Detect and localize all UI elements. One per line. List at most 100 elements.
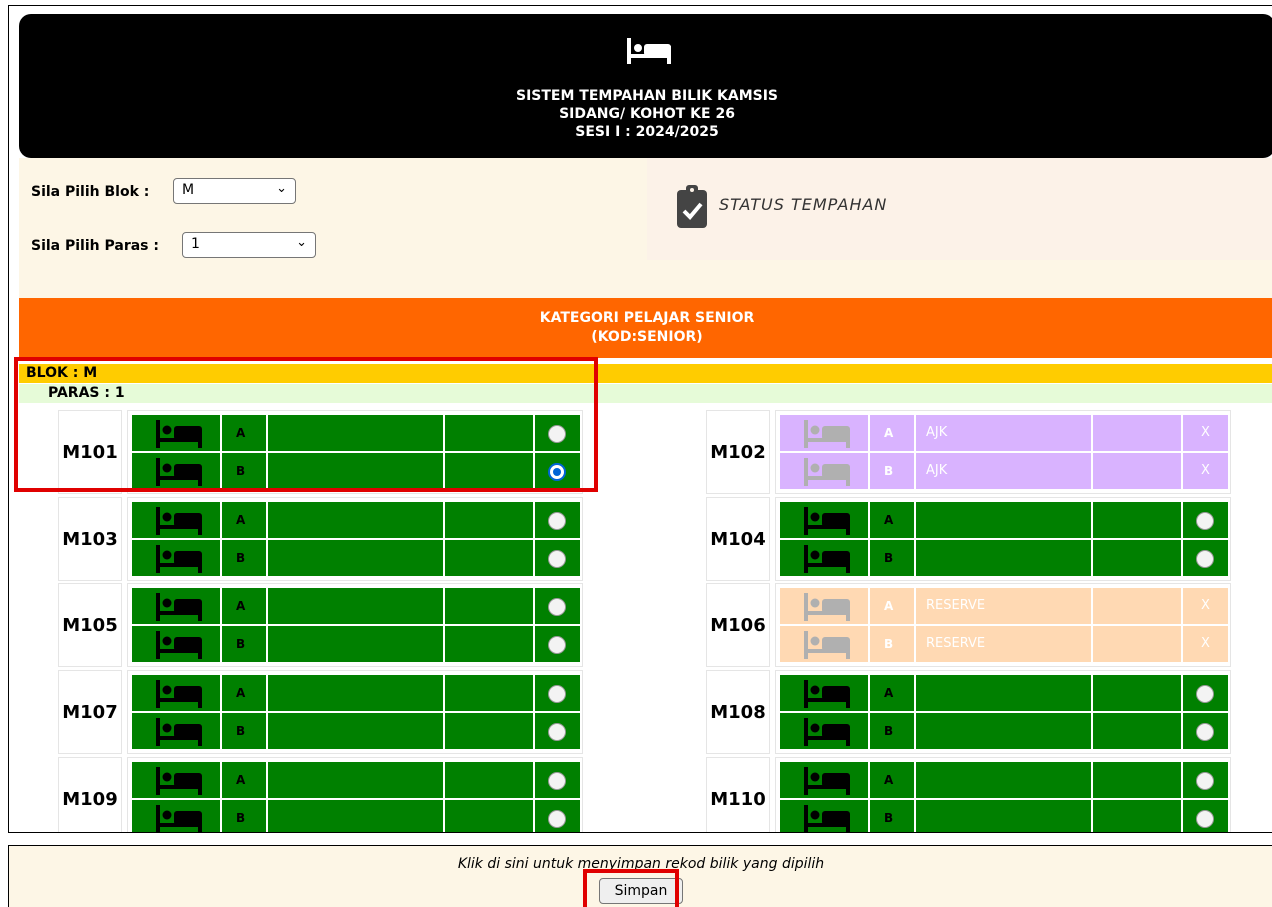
bed-radio[interactable] bbox=[1196, 550, 1214, 568]
bed-cell bbox=[132, 453, 220, 489]
room-beds: AB bbox=[775, 670, 1231, 754]
bed-row: A bbox=[780, 502, 1228, 538]
bed-cell bbox=[780, 626, 868, 662]
bed-radio[interactable] bbox=[548, 598, 566, 616]
bed-radio[interactable] bbox=[1196, 685, 1214, 703]
kategori-title: KATEGORI PELAJAR SENIOR bbox=[539, 310, 755, 326]
bed-radio[interactable] bbox=[548, 636, 566, 654]
bed-radio[interactable] bbox=[1196, 810, 1214, 828]
bed-radio[interactable] bbox=[548, 772, 566, 790]
bed-row: B bbox=[132, 800, 580, 832]
room-beds: AB bbox=[127, 410, 583, 494]
room-code: M109 bbox=[58, 757, 122, 832]
bed-row: A bbox=[132, 675, 580, 711]
room-beds: A AJK X B AJK X bbox=[775, 410, 1231, 494]
bed-radio[interactable] bbox=[548, 512, 566, 530]
bed-occupant bbox=[268, 540, 443, 576]
bed-row: B RESERVE X bbox=[780, 626, 1228, 662]
bed-letter: A bbox=[870, 415, 914, 451]
unavailable-mark: X bbox=[1201, 463, 1210, 478]
bed-row: A bbox=[132, 588, 580, 624]
bed-icon bbox=[156, 680, 202, 708]
bed-icon bbox=[156, 631, 202, 659]
room-beds: AB bbox=[127, 757, 583, 832]
bed-cell bbox=[132, 540, 220, 576]
bed-radio[interactable] bbox=[548, 550, 566, 568]
bed-extra bbox=[1093, 675, 1181, 711]
bed-occupant: RESERVE bbox=[916, 588, 1091, 624]
bed-select-cell bbox=[1183, 675, 1228, 711]
bed-icon bbox=[156, 593, 202, 621]
bed-select-cell: X bbox=[1183, 588, 1228, 624]
bed-select-cell bbox=[535, 675, 580, 711]
save-note: Klik di sini untuk menyimpan rekod bilik… bbox=[457, 856, 825, 872]
bed-letter: B bbox=[870, 540, 914, 576]
bed-icon bbox=[627, 38, 671, 64]
bed-letter: A bbox=[222, 502, 266, 538]
bed-row: A RESERVE X bbox=[780, 588, 1228, 624]
bed-cell bbox=[780, 540, 868, 576]
bed-letter: B bbox=[222, 713, 266, 749]
header-subtitle: SIDANG/ KOHOT KE 26 bbox=[559, 106, 735, 122]
header-title: SISTEM TEMPAHAN BILIK KAMSIS bbox=[515, 88, 778, 104]
bed-select-cell: X bbox=[1183, 415, 1228, 451]
bed-select-cell bbox=[535, 415, 580, 451]
bed-icon bbox=[156, 507, 202, 535]
bed-row: B bbox=[132, 713, 580, 749]
bed-cell bbox=[780, 675, 868, 711]
unavailable-mark: X bbox=[1201, 425, 1210, 440]
room-code: M105 bbox=[58, 583, 122, 667]
bed-radio[interactable] bbox=[548, 425, 566, 443]
bed-extra bbox=[1093, 588, 1181, 624]
bed-extra bbox=[1093, 540, 1181, 576]
paras-heading: PARAS : 1 bbox=[19, 384, 1272, 403]
bed-icon bbox=[156, 420, 202, 448]
bed-extra bbox=[1093, 415, 1181, 451]
bed-letter: B bbox=[222, 453, 266, 489]
save-button[interactable]: Simpan bbox=[599, 878, 683, 904]
bed-row: B bbox=[780, 800, 1228, 832]
bed-radio[interactable] bbox=[1196, 772, 1214, 790]
bed-radio[interactable] bbox=[548, 810, 566, 828]
kategori-code: (KOD:SENIOR) bbox=[591, 329, 703, 345]
bed-radio[interactable] bbox=[548, 723, 566, 741]
bed-cell bbox=[132, 626, 220, 662]
bed-cell bbox=[132, 713, 220, 749]
bed-icon bbox=[156, 458, 202, 486]
bed-icon bbox=[804, 631, 850, 659]
bed-extra bbox=[1093, 502, 1181, 538]
status-tempahan[interactable]: STATUS TEMPAHAN bbox=[647, 158, 1272, 260]
bed-radio[interactable] bbox=[1196, 723, 1214, 741]
bed-select-cell bbox=[1183, 502, 1228, 538]
bed-radio[interactable] bbox=[1196, 512, 1214, 530]
bed-radio[interactable] bbox=[548, 463, 566, 481]
bed-icon bbox=[804, 458, 850, 486]
bed-icon bbox=[156, 805, 202, 832]
bed-occupant bbox=[916, 675, 1091, 711]
bed-extra bbox=[445, 800, 533, 832]
bed-occupant: RESERVE bbox=[916, 626, 1091, 662]
bed-select-cell bbox=[535, 800, 580, 832]
header-session: SESI I : 2024/2025 bbox=[575, 124, 719, 140]
bed-cell bbox=[780, 800, 868, 832]
blok-select[interactable]: M ⌄ bbox=[173, 178, 296, 204]
bed-extra bbox=[1093, 626, 1181, 662]
room-beds: AB bbox=[775, 497, 1231, 581]
bed-select-cell bbox=[1183, 713, 1228, 749]
bed-row: B bbox=[132, 540, 580, 576]
bed-extra bbox=[1093, 713, 1181, 749]
bed-letter: A bbox=[222, 588, 266, 624]
bed-row: A AJK X bbox=[780, 415, 1228, 451]
bed-row: A bbox=[132, 415, 580, 451]
room-code: M101 bbox=[58, 410, 122, 494]
bed-cell bbox=[132, 502, 220, 538]
bed-radio[interactable] bbox=[548, 685, 566, 703]
paras-select[interactable]: 1 ⌄ bbox=[182, 232, 316, 258]
bed-extra bbox=[445, 713, 533, 749]
chevron-down-icon: ⌄ bbox=[276, 181, 287, 196]
bed-cell bbox=[132, 800, 220, 832]
room-code: M108 bbox=[706, 670, 770, 754]
page-header: SISTEM TEMPAHAN BILIK KAMSIS SIDANG/ KOH… bbox=[19, 14, 1272, 158]
unavailable-mark: X bbox=[1201, 598, 1210, 613]
bed-occupant bbox=[916, 713, 1091, 749]
